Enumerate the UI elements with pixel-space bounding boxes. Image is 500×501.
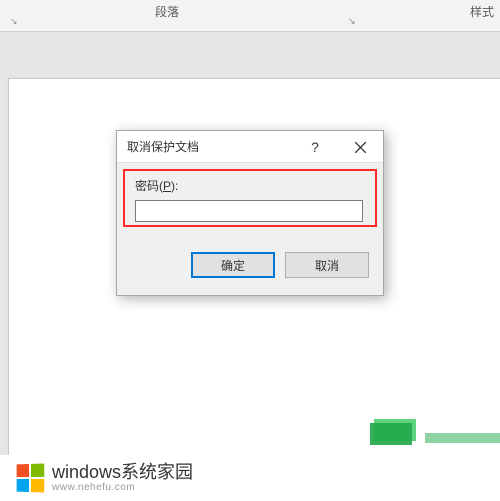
ribbon-group-styles: 样式 xyxy=(470,3,494,20)
password-input[interactable] xyxy=(135,200,363,222)
expand-icon[interactable]: ↘ xyxy=(10,16,18,27)
windows-logo-icon xyxy=(17,464,45,493)
watermark-brand: windows系统家园 xyxy=(52,463,193,483)
watermark-text: windows系统家园 www.nehefu.com xyxy=(52,463,193,494)
unprotect-document-dialog: 取消保护文档 ? 密码(P): 确定 取消 xyxy=(116,130,384,296)
close-button[interactable] xyxy=(337,131,383,163)
expand-icon[interactable]: ↘ xyxy=(348,16,356,27)
watermark-url: www.nehefu.com xyxy=(52,482,193,493)
cancel-button[interactable]: 取消 xyxy=(285,252,369,278)
password-label: 密码(P): xyxy=(135,177,369,194)
help-button[interactable]: ? xyxy=(295,131,335,163)
dialog-body: 密码(P): xyxy=(117,163,383,232)
dialog-title: 取消保护文档 xyxy=(127,138,199,155)
dialog-titlebar: 取消保护文档 ? xyxy=(117,131,383,163)
ribbon-group-paragraph: 段落 xyxy=(155,3,179,20)
close-icon xyxy=(355,142,366,153)
dialog-button-row: 确定 取消 xyxy=(117,252,383,292)
ok-button[interactable]: 确定 xyxy=(191,252,275,278)
ribbon-bar: ↘ 段落 ↘ 样式 xyxy=(0,0,500,32)
watermark-bar: windows系统家园 www.nehefu.com xyxy=(0,455,500,501)
